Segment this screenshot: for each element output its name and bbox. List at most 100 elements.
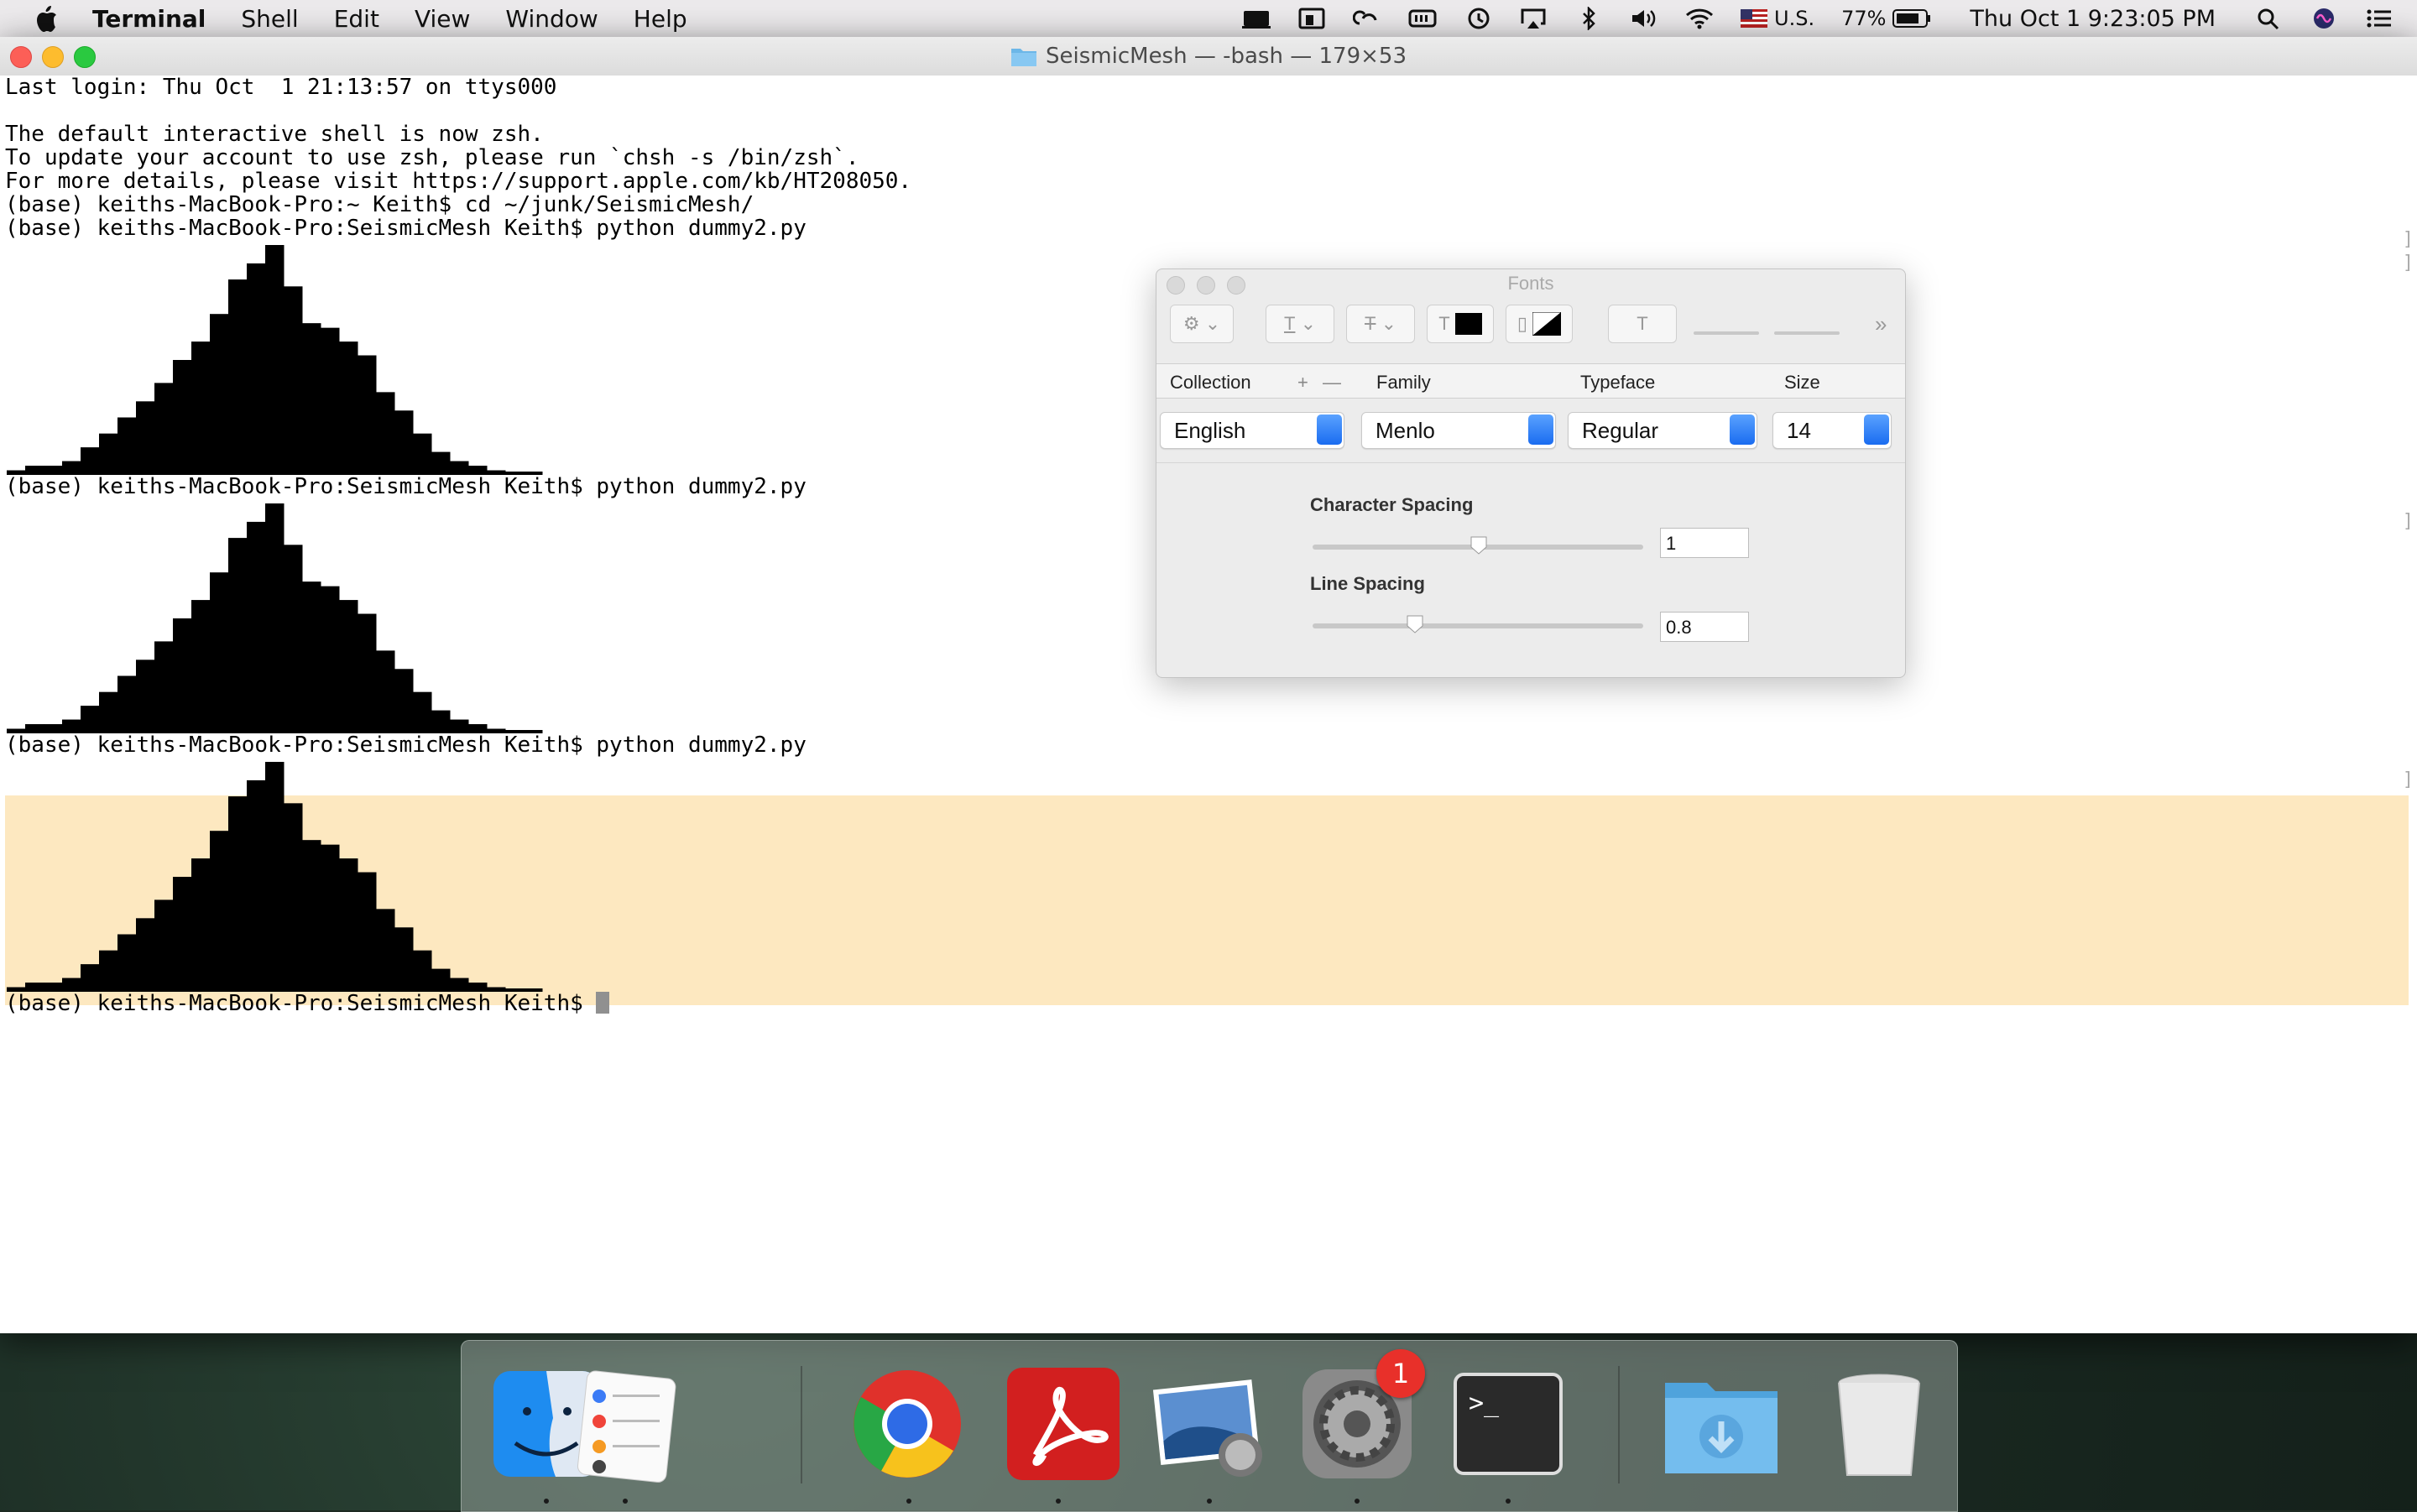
shadow-opacity-slider[interactable] (1694, 331, 1759, 335)
histogram-bar (191, 600, 211, 733)
underline-menu-button[interactable]: T ⌄ (1266, 305, 1334, 343)
histogram-bar (413, 433, 432, 475)
preview-icon[interactable] (1148, 1361, 1274, 1487)
collection-value: English (1174, 418, 1246, 443)
size-header: Size (1784, 372, 1820, 393)
terminal-line: For more details, please visit https://s… (5, 169, 912, 194)
histogram-bar (431, 968, 451, 992)
remove-collection-button[interactable]: — (1323, 372, 1341, 394)
fonts-column-headers: Collection + — Family Typeface Size (1156, 363, 1905, 399)
histogram-bar (284, 545, 303, 733)
terminal-window: SeismicMesh — -bash — 179×53 Last login:… (0, 37, 2417, 1333)
text-color-button[interactable]: T (1427, 305, 1494, 343)
character-spacing-value: 1 (1666, 533, 1677, 554)
dock: 1 >_ (461, 1340, 1958, 1512)
menu-shell[interactable]: Shell (241, 5, 298, 33)
time-machine-icon[interactable] (1464, 7, 1492, 30)
input-source[interactable]: U.S. (1741, 7, 1814, 30)
size-select[interactable]: 14 (1772, 412, 1892, 449)
histogram-bar (358, 355, 377, 475)
wifi-icon[interactable] (1685, 7, 1714, 30)
menu-edit[interactable]: Edit (334, 5, 379, 33)
histogram-bar (228, 796, 248, 992)
divider (1156, 462, 1905, 463)
airplay-icon[interactable] (1519, 7, 1548, 30)
notification-center-icon[interactable] (2365, 7, 2394, 30)
terminal-line: (base) keiths-MacBook-Pro:SeismicMesh Ke… (5, 474, 807, 499)
histogram-output-2 (7, 503, 543, 733)
character-spacing-slider-knob[interactable] (1470, 536, 1487, 555)
terminal-line: (base) keiths-MacBook-Pro:~ Keith$ cd ~/… (5, 192, 754, 217)
histogram-bar (136, 918, 155, 992)
typeface-select[interactable]: Regular (1568, 412, 1757, 449)
family-select[interactable]: Menlo (1361, 412, 1556, 449)
terminal-app-icon[interactable]: >_ (1445, 1361, 1571, 1487)
input-source-label: U.S. (1774, 7, 1815, 30)
trash-icon[interactable] (1816, 1361, 1942, 1487)
terminal-line: Last login: Thu Oct 1 21:13:57 on ttys00… (5, 75, 557, 100)
mark-bracket: ] (2402, 769, 2414, 790)
battery-status[interactable]: 77% (1841, 7, 1931, 30)
line-spacing-slider-knob[interactable] (1407, 615, 1423, 633)
siri-icon[interactable] (2310, 7, 2338, 30)
histogram-bar (265, 762, 285, 992)
histogram-bar (99, 691, 118, 733)
gear-menu-button[interactable]: ⚙ ⌄ (1170, 305, 1234, 343)
menu-view[interactable]: View (415, 5, 470, 33)
histogram-bar (173, 360, 192, 475)
svg-text:>_: >_ (1469, 1389, 1500, 1418)
terminal-content[interactable]: Last login: Thu Oct 1 21:13:57 on ttys00… (0, 76, 2417, 1333)
mirroring-icon[interactable] (1242, 7, 1271, 30)
folder-icon (1011, 49, 1037, 66)
family-header: Family (1376, 372, 1431, 393)
creative-cloud-icon[interactable] (1353, 7, 1381, 30)
display-icon[interactable] (1297, 7, 1326, 30)
prompt-text: (base) keiths-MacBook-Pro:SeismicMesh Ke… (5, 991, 597, 1016)
mark-bracket: ] (2402, 253, 2414, 274)
histogram-bar (99, 433, 118, 475)
mark-bracket: ] (2402, 229, 2414, 250)
volume-icon[interactable] (1630, 7, 1658, 30)
strikethrough-menu-button[interactable]: T ⌄ (1346, 305, 1415, 343)
histogram-bar (321, 844, 340, 992)
text-cursor (596, 992, 610, 1014)
more-options-chevron-icon[interactable]: » (1875, 311, 1887, 337)
window-titlebar[interactable]: SeismicMesh — -bash — 179×53 (0, 37, 2417, 76)
histogram-output-1 (7, 245, 543, 475)
family-value: Menlo (1376, 418, 1435, 443)
shadow-blur-slider[interactable] (1774, 331, 1840, 335)
histogram-bar (154, 899, 174, 992)
menu-window[interactable]: Window (505, 5, 598, 33)
histogram-bar (247, 779, 266, 992)
collection-select[interactable]: English (1160, 412, 1344, 449)
histogram-bar (117, 934, 137, 992)
document-color-button[interactable]: ▯ (1506, 305, 1573, 343)
histogram-bar (450, 461, 469, 475)
text-shadow-button[interactable]: T (1608, 305, 1677, 343)
collection-header: Collection (1170, 372, 1251, 393)
fonts-panel: Fonts ⚙ ⌄ T ⌄ T ⌄ T ▯ T » Collection + —… (1156, 269, 1906, 678)
adobe-acrobat-icon[interactable] (1000, 1361, 1126, 1487)
chrome-icon[interactable] (844, 1361, 970, 1487)
bluetooth-icon[interactable] (1574, 7, 1603, 30)
character-spacing-field[interactable]: 1 (1660, 528, 1749, 558)
add-collection-button[interactable]: + (1297, 372, 1308, 394)
histogram-bar (358, 872, 377, 992)
histogram-bar (210, 572, 229, 733)
spotlight-icon[interactable] (2254, 7, 2283, 30)
line-spacing-field[interactable]: 0.8 (1660, 612, 1749, 642)
menu-help[interactable]: Help (634, 5, 687, 33)
histogram-bar (210, 314, 229, 475)
clock[interactable]: Thu Oct 1 9:23:05 PM (1970, 6, 2216, 32)
reminders-icon[interactable] (562, 1361, 688, 1487)
line-spacing-slider[interactable] (1313, 623, 1643, 628)
histogram-bar (376, 650, 395, 733)
menu-app-name[interactable]: Terminal (92, 5, 206, 33)
histogram-bar (191, 342, 211, 475)
histogram-bar (265, 503, 285, 733)
dock-separator (1618, 1366, 1620, 1483)
running-indicator (1056, 1499, 1061, 1504)
apple-icon[interactable] (34, 4, 59, 33)
downloads-folder-icon[interactable] (1658, 1361, 1784, 1487)
memory-icon[interactable] (1408, 7, 1437, 30)
